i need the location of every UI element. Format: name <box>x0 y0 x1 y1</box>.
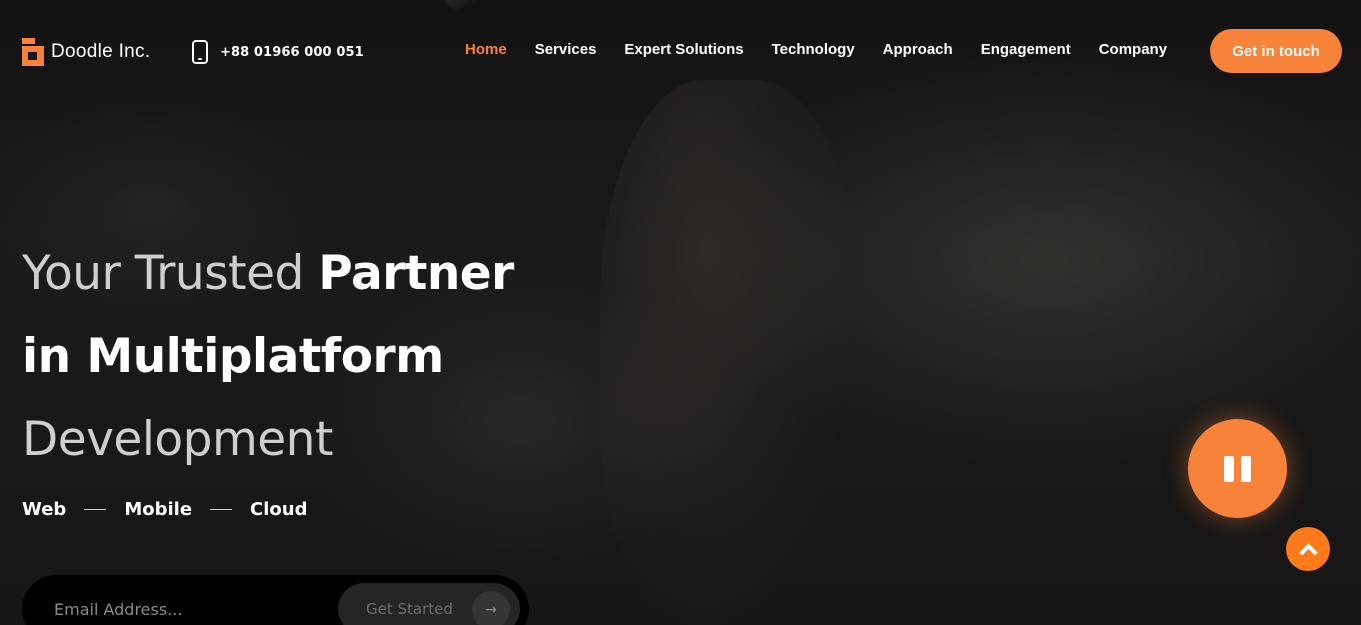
headline-line-3: Development <box>22 412 333 467</box>
platform-tags: Web Mobile Cloud <box>22 499 307 520</box>
main-nav: Home Services Expert Solutions Technolog… <box>465 41 1195 58</box>
get-in-touch-button[interactable]: Get in touch <box>1210 29 1342 73</box>
tag-web: Web <box>22 499 67 520</box>
pause-video-button[interactable] <box>1188 419 1287 518</box>
pause-icon <box>1224 455 1234 482</box>
tag-divider <box>210 509 233 510</box>
hero-headline: Your Trusted Partner in Multiplatform De… <box>22 232 514 481</box>
nav-expert-solutions[interactable]: Expert Solutions <box>624 41 743 58</box>
logo-text: Doodle Inc. <box>51 41 151 62</box>
nav-services[interactable]: Services <box>535 41 597 58</box>
nav-home[interactable]: Home <box>465 41 507 58</box>
tag-divider <box>84 509 107 510</box>
tag-cloud: Cloud <box>250 499 308 520</box>
nav-technology[interactable]: Technology <box>772 41 855 58</box>
headline-line-2: in Multiplatform <box>22 329 444 384</box>
phone-number: +88 01966 000 051 <box>220 44 364 60</box>
logo[interactable]: Doodle Inc. <box>22 38 150 66</box>
phone-contact[interactable]: +88 01966 000 051 <box>192 40 364 64</box>
header: Doodle Inc. +88 01966 000 051 Home Servi… <box>0 0 1361 100</box>
logo-icon <box>22 38 44 66</box>
headline-bold-text: Partner <box>318 246 514 301</box>
arrow-right-icon: → <box>472 591 510 625</box>
hand-shadow <box>600 80 860 625</box>
nav-engagement[interactable]: Engagement <box>981 41 1071 58</box>
phone-icon <box>192 40 208 64</box>
tag-mobile: Mobile <box>124 499 193 520</box>
scroll-to-top-button[interactable] <box>1286 527 1330 571</box>
email-input[interactable] <box>54 597 334 621</box>
headline-line-1: Your Trusted Partner <box>22 232 514 315</box>
email-signup-form: Get Started → <box>22 575 529 625</box>
chevron-up-icon <box>1298 542 1318 562</box>
get-started-label: Get Started <box>366 600 453 618</box>
headline-light-text: Your Trusted <box>22 246 319 301</box>
pause-icon <box>1241 455 1251 482</box>
nav-approach[interactable]: Approach <box>883 41 953 58</box>
get-started-button[interactable]: Get Started → <box>338 583 520 625</box>
nav-company[interactable]: Company <box>1099 41 1167 58</box>
